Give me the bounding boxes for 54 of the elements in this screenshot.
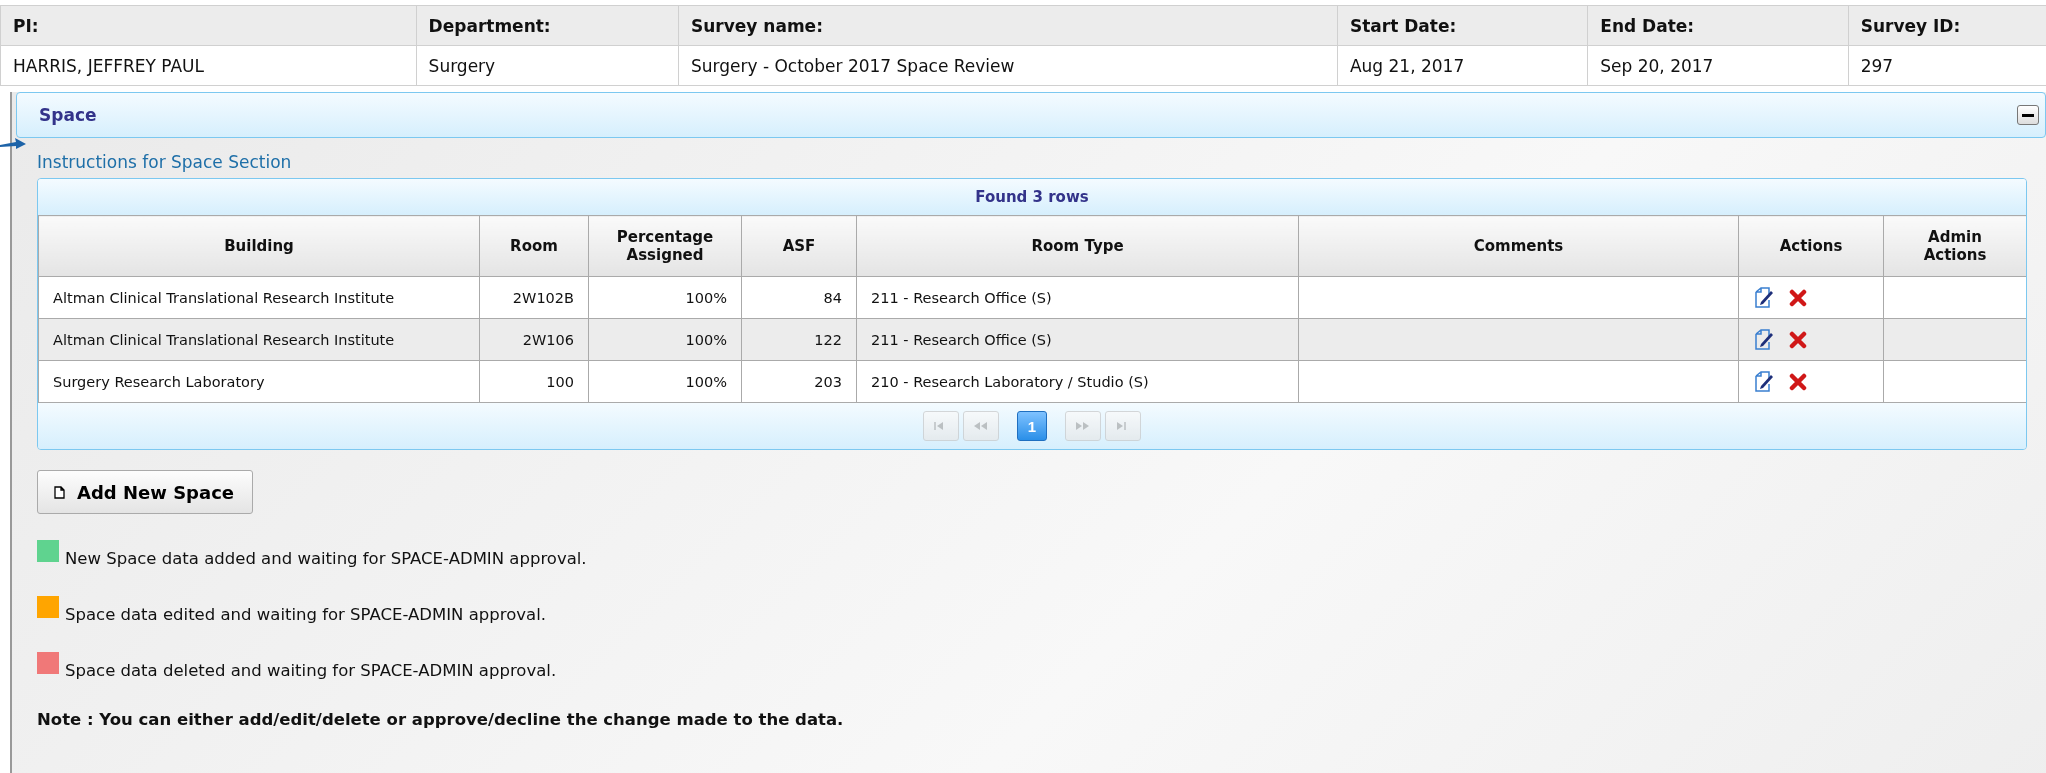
column-header: Survey name: (678, 5, 1338, 46)
table-cell: 122 (741, 318, 857, 361)
row-count: Found 3 rows (38, 179, 2026, 215)
arrow-icon (0, 136, 26, 150)
column-header: End Date: (1587, 5, 1849, 46)
table-cell: 100% (588, 360, 742, 403)
delete-icon[interactable] (1789, 330, 1807, 349)
table-cell: 84 (741, 276, 857, 319)
double-arrow-icon (973, 420, 989, 432)
table-cell: 100 (479, 360, 589, 403)
collapse-button[interactable] (2017, 105, 2039, 125)
table-cell: Aug 21, 2017 (1337, 45, 1588, 86)
column-header: PI: (0, 5, 417, 46)
table-cell: Surgery - October 2017 Space Review (678, 45, 1338, 86)
column-header: Room (479, 215, 589, 277)
column-header: ASF (741, 215, 857, 277)
section-title: Space (39, 105, 97, 125)
table-cell: 100% (588, 276, 742, 319)
table-cell: Sep 20, 2017 (1587, 45, 1849, 86)
column-header: Admin Actions (1883, 215, 2026, 277)
table-cell: 2W106 (479, 318, 589, 361)
double-arrow-icon (1075, 420, 1091, 432)
note-text: Note : You can either add/edit/delete or approve/decline the change made to the data. (37, 710, 845, 729)
page-button[interactable]: 1 (1017, 411, 1047, 441)
table-cell: 100% (588, 318, 742, 361)
column-header: Room Type (856, 215, 1299, 277)
delete-icon[interactable] (1789, 372, 1807, 391)
legend-text: Space data edited and waiting for SPACE-ADMIN approval. (65, 605, 546, 624)
table-cell: 210 - Research Laboratory / Studio (S) (856, 360, 1299, 403)
column-header: Percentage Assigned (588, 215, 742, 277)
table-cell: 211 - Research Office (S) (856, 276, 1299, 319)
table-cell: 2W102B (479, 276, 589, 319)
column-header: Building (38, 215, 480, 277)
delete-icon[interactable] (1789, 288, 1807, 307)
table-cell: Surgery (416, 45, 679, 86)
document-icon (54, 485, 65, 499)
table-cell: 203 (741, 360, 857, 403)
column-header: Department: (416, 5, 679, 46)
table-cell: Altman Clinical Translational Research Institute (38, 318, 480, 361)
edit-icon[interactable] (1753, 328, 1775, 351)
table-cell: Altman Clinical Translational Research Institute (38, 276, 480, 319)
edit-icon[interactable] (1753, 286, 1775, 309)
legend-text: Space data deleted and waiting for SPACE-ADMIN approval. (65, 661, 557, 680)
column-header: Actions (1738, 215, 1884, 277)
column-header: Start Date: (1337, 5, 1588, 46)
legend-text: New Space data added and waiting for SPACE-ADMIN approval. (65, 549, 587, 568)
table-cell: HARRIS, JEFFREY PAUL (0, 45, 417, 86)
table-cell: Surgery Research Laboratory (38, 360, 480, 403)
table-cell: 211 - Research Office (S) (856, 318, 1299, 361)
edit-icon[interactable] (1753, 370, 1775, 393)
instructions-link[interactable]: Instructions for Space Section (37, 152, 292, 172)
column-header: Survey ID: (1848, 5, 2046, 46)
add-button[interactable]: Add New Space (37, 470, 253, 514)
column-header: Comments (1298, 215, 1739, 277)
